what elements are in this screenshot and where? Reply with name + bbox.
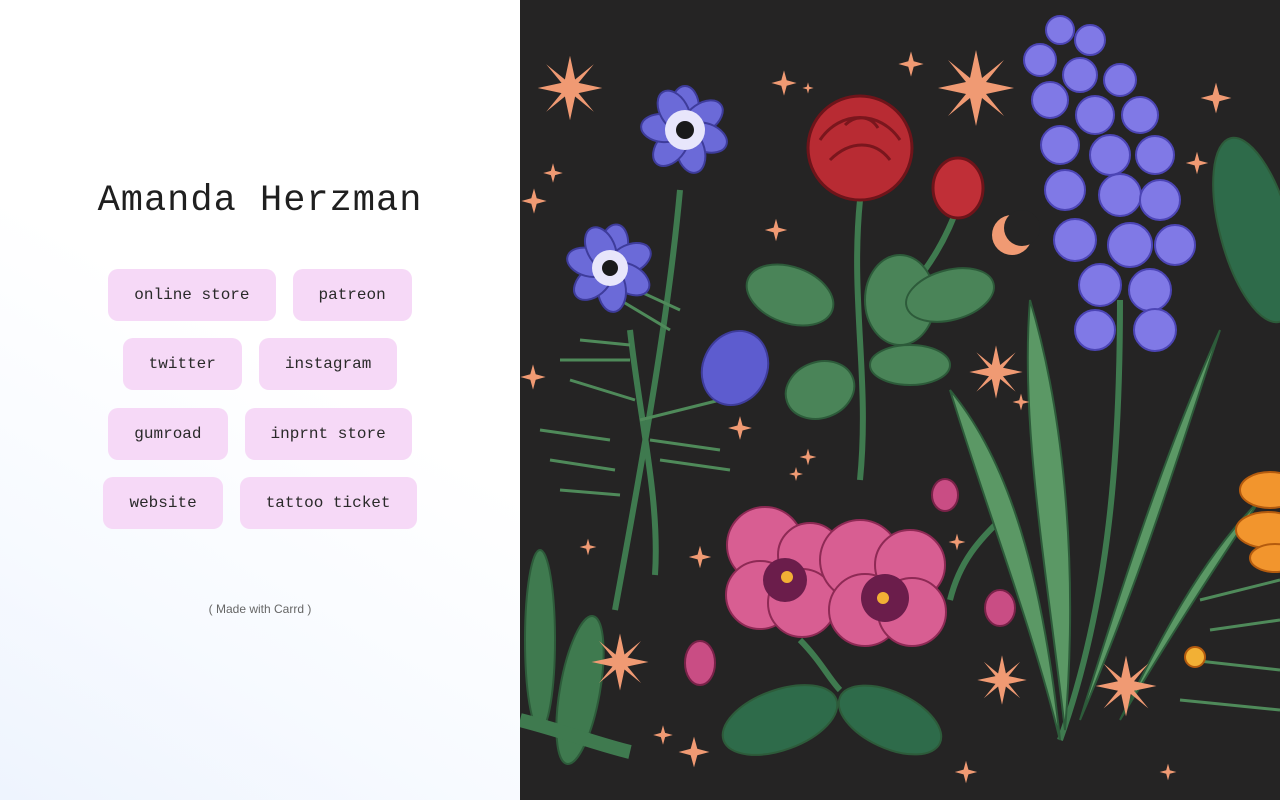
online-store-button[interactable]: online store (108, 269, 276, 321)
left-panel: Amanda Herzman online store patreon twit… (0, 0, 520, 800)
orange-flower-icon (1184, 471, 1280, 668)
link-row: website tattoo ticket (0, 477, 520, 529)
blue-anemone-icon (562, 221, 657, 315)
blue-bud-icon (700, 330, 770, 406)
page-title: Amanda Herzman (97, 180, 423, 222)
made-with-carrd-link[interactable]: ( Made with Carrd ) (0, 602, 520, 616)
crescent-moon-icon (992, 210, 1040, 255)
pink-pansy-icon (819, 519, 947, 647)
patreon-button[interactable]: patreon (292, 269, 412, 321)
blue-anemone-icon (638, 83, 733, 178)
link-row: online store patreon (0, 269, 520, 321)
link-row: gumroad inprnt store (0, 408, 520, 460)
red-rose-icon (806, 94, 985, 220)
website-button[interactable]: website (103, 477, 223, 529)
floral-illustration-svg (520, 15, 1280, 784)
inprnt-store-button[interactable]: inprnt store (244, 408, 412, 460)
tattoo-ticket-button[interactable]: tattoo ticket (239, 477, 417, 529)
gumroad-button[interactable]: gumroad (108, 408, 228, 460)
link-row: twitter instagram (0, 338, 520, 390)
leaves-icon (520, 136, 1280, 765)
floral-illustration (520, 0, 1280, 800)
instagram-button[interactable]: instagram (258, 338, 398, 390)
hyacinth-icon (1023, 15, 1196, 352)
twitter-button[interactable]: twitter (122, 338, 242, 390)
